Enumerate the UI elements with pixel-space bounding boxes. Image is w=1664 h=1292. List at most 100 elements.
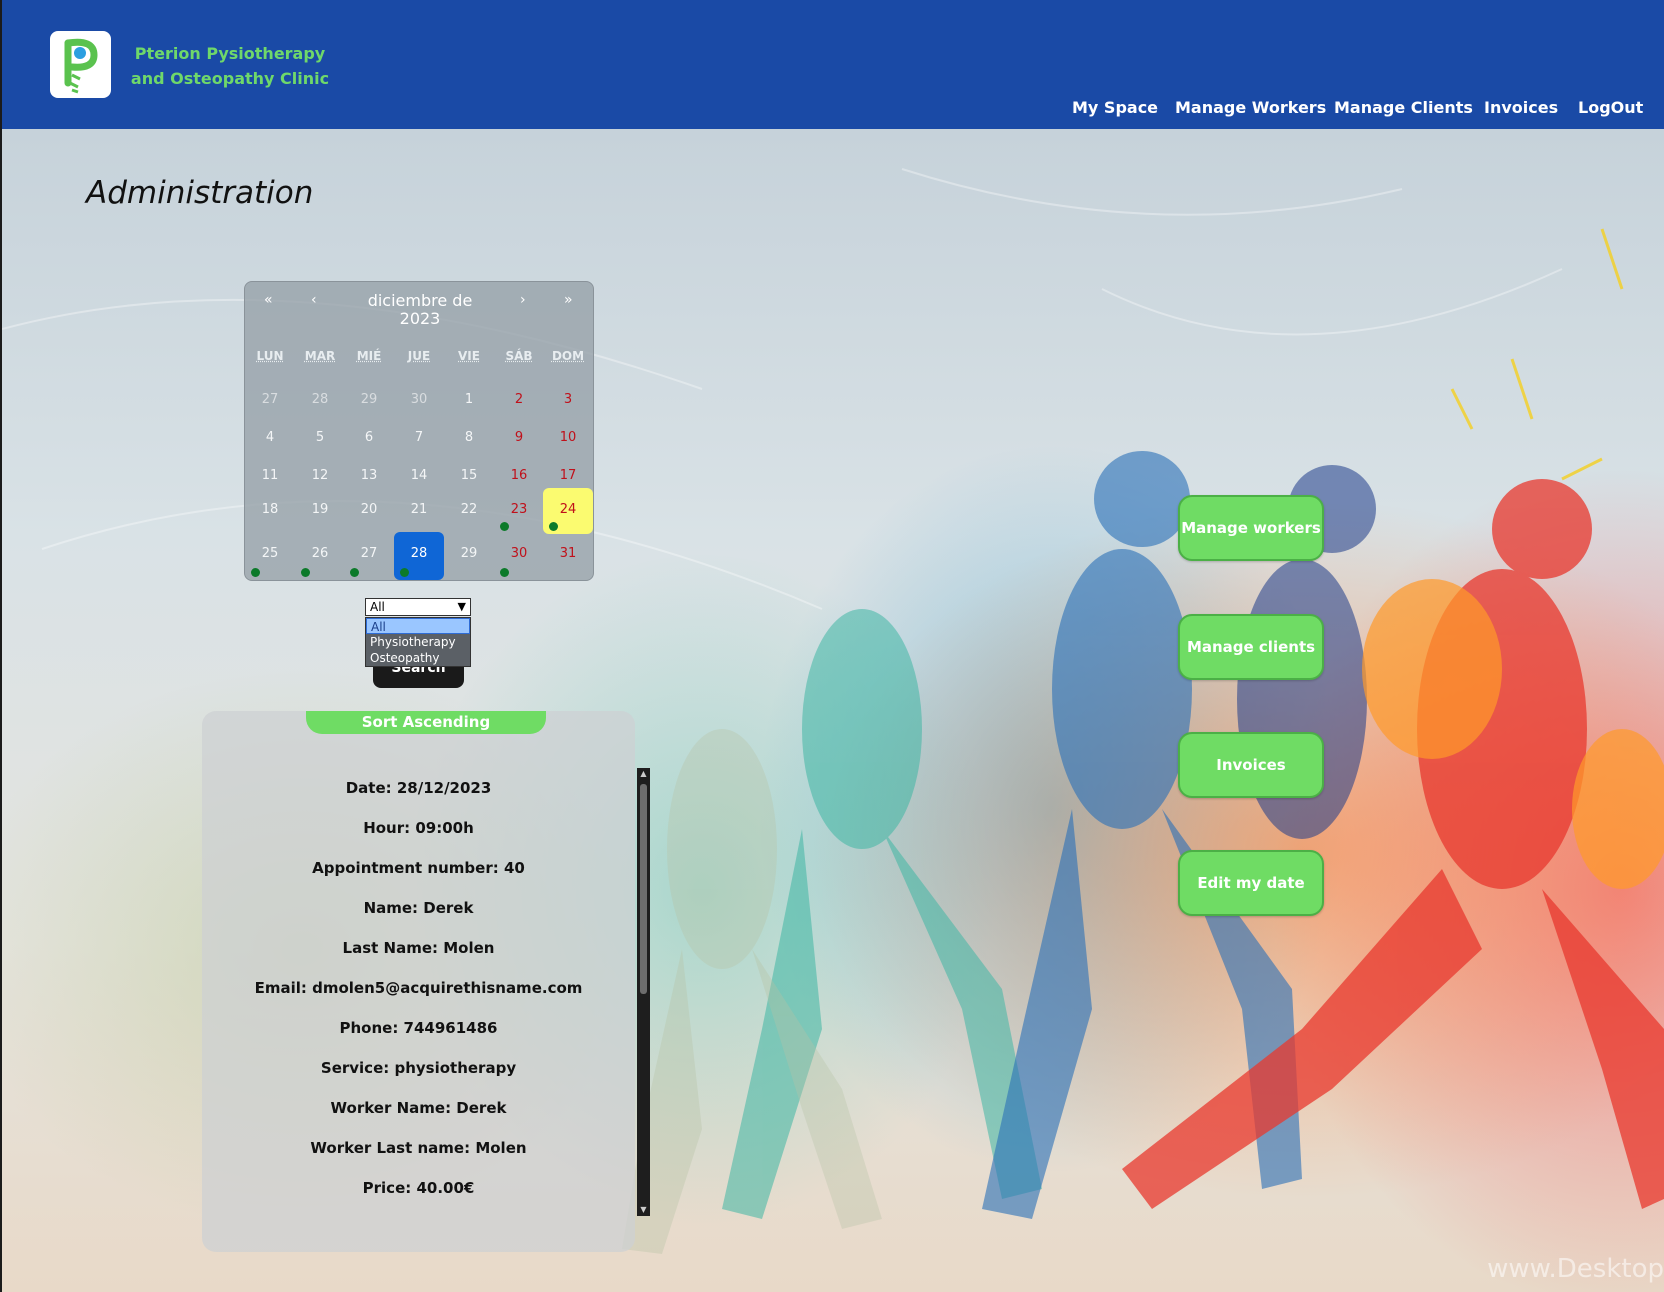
calendar-day-number: 27 (360, 546, 378, 561)
calendar-day[interactable]: 19 (295, 488, 345, 534)
appointment-indicator-dot (549, 522, 558, 531)
calendar-day[interactable]: 28 (295, 382, 345, 420)
manage-clients-button[interactable]: Manage clients (1178, 614, 1324, 680)
appointment-scrollbar[interactable]: ▲ ▼ (637, 768, 650, 1216)
edit-my-date-button[interactable]: Edit my date (1178, 850, 1324, 916)
appointment-date: Date: 28/12/2023 (345, 779, 492, 797)
calendar-day-number: 18 (261, 502, 279, 517)
weekday-sat: SÁB (505, 349, 533, 363)
appointment-price: Price: 40.00€ (362, 1179, 475, 1197)
appointment-indicator-dot (251, 568, 260, 577)
calendar-day[interactable]: 31 (543, 532, 593, 580)
calendar-day-number: 21 (410, 502, 428, 517)
main-nav: My Space Manage Workers Manage Clients I… (2, 98, 1664, 120)
weekday-fri: VIE (458, 349, 480, 363)
client-last-name: Last Name: Molen (342, 939, 495, 957)
appointment-indicator-dot (500, 522, 509, 531)
calendar-day-number: 28 (311, 392, 329, 407)
sort-ascending-button[interactable]: Sort Ascending (306, 711, 546, 734)
calendar-month-label[interactable]: diciembre de 2023 (355, 292, 485, 328)
manage-workers-button[interactable]: Manage workers (1178, 495, 1324, 561)
calendar-day-number: 26 (311, 546, 329, 561)
calendar-day-number: 24 (559, 502, 577, 517)
clinic-logo-icon[interactable] (50, 31, 111, 98)
appointment-indicator-dot (301, 568, 310, 577)
worker-last-name: Worker Last name: Molen (310, 1139, 527, 1157)
calendar-day-number: 23 (510, 502, 528, 517)
calendar-day-number: 29 (360, 392, 378, 407)
calendar-day[interactable]: 20 (344, 488, 394, 534)
calendar-day-number: 30 (510, 546, 528, 561)
calendar-day-number: 31 (559, 546, 577, 561)
weekday-wed: MIÉ (356, 349, 382, 363)
service-option-all[interactable]: All (366, 618, 470, 634)
service-select[interactable]: All ▼ (365, 598, 471, 616)
invoices-button[interactable]: Invoices (1178, 732, 1324, 798)
calendar-day[interactable]: 2 (494, 382, 544, 420)
arrow-down-icon[interactable]: ▼ (637, 1204, 650, 1216)
calendar-day[interactable]: 5 (295, 420, 345, 458)
calendar-day-number: 27 (261, 392, 279, 407)
weekday-tue: MAR (304, 349, 336, 363)
calendar-day-number: 10 (559, 430, 577, 445)
nav-invoices[interactable]: Invoices (1484, 98, 1558, 117)
calendar-day-number: 12 (311, 468, 329, 483)
calendar: « ‹ diciembre de 2023 › » LUN MAR MIÉ JU… (244, 281, 594, 581)
client-name: Name: Derek (363, 899, 474, 917)
calendar-day-number: 5 (315, 430, 325, 445)
calendar-day[interactable]: 4 (245, 420, 295, 458)
calendar-day-number: 3 (563, 392, 573, 407)
appointment-indicator-dot (350, 568, 359, 577)
arrow-up-icon[interactable]: ▲ (637, 768, 650, 780)
nav-my-space[interactable]: My Space (1072, 98, 1158, 117)
calendar-day[interactable]: 27 (245, 382, 295, 420)
client-email: Email: dmolen5@acquirethisname.com (254, 979, 583, 997)
calendar-day-number: 8 (464, 430, 474, 445)
weekday-mon: LUN (256, 349, 284, 363)
calendar-day[interactable]: 22 (444, 488, 494, 534)
next-year-button[interactable]: » (564, 292, 573, 308)
next-month-button[interactable]: › (520, 292, 526, 308)
calendar-day-number: 25 (261, 546, 279, 561)
calendar-day[interactable]: 29 (444, 532, 494, 580)
calendar-day-number: 20 (360, 502, 378, 517)
service-option-physiotherapy[interactable]: Physiotherapy (366, 634, 470, 650)
calendar-day[interactable]: 6 (344, 420, 394, 458)
window-edge (0, 0, 2, 1292)
prev-month-button[interactable]: ‹ (311, 292, 317, 308)
client-phone: Phone: 744961486 (339, 1019, 498, 1037)
calendar-day[interactable]: 7 (394, 420, 444, 458)
calendar-day[interactable]: 9 (494, 420, 544, 458)
appointment-indicator-dot (400, 568, 409, 577)
service-select-value: All (370, 600, 385, 614)
calendar-day[interactable]: 30 (394, 382, 444, 420)
scrollbar-thumb[interactable] (640, 784, 647, 994)
nav-manage-workers[interactable]: Manage Workers (1175, 98, 1326, 117)
calendar-day[interactable]: 10 (543, 420, 593, 458)
calendar-day[interactable]: 8 (444, 420, 494, 458)
calendar-day-number: 1 (464, 392, 474, 407)
calendar-day-number: 7 (414, 430, 424, 445)
calendar-day-number: 14 (410, 468, 428, 483)
calendar-day[interactable]: 1 (444, 382, 494, 420)
calendar-day-number: 19 (311, 502, 329, 517)
nav-manage-clients[interactable]: Manage Clients (1334, 98, 1473, 117)
calendar-day[interactable]: 29 (344, 382, 394, 420)
calendar-day[interactable]: 21 (394, 488, 444, 534)
weekday-sun: DOM (551, 349, 585, 363)
appointment-number: Appointment number: 40 (312, 859, 525, 877)
watermark-text: www.Desktop (1487, 1254, 1664, 1284)
prev-year-button[interactable]: « (264, 292, 273, 308)
calendar-day[interactable]: 3 (543, 382, 593, 420)
calendar-day-number: 4 (265, 430, 275, 445)
clinic-name: Pterion Pysiotherapy and Osteopathy Clin… (130, 44, 330, 88)
calendar-day[interactable]: 18 (245, 488, 295, 534)
worker-name: Worker Name: Derek (330, 1099, 507, 1117)
calendar-day-number: 13 (360, 468, 378, 483)
appointment-service: Service: physiotherapy (320, 1059, 517, 1077)
service-dropdown-list: All Physiotherapy Osteopathy (365, 617, 471, 667)
page-title: Administration (86, 175, 314, 211)
nav-logout[interactable]: LogOut (1578, 98, 1643, 117)
weekday-thu: JUE (407, 349, 431, 363)
service-option-osteopathy[interactable]: Osteopathy (366, 650, 470, 666)
